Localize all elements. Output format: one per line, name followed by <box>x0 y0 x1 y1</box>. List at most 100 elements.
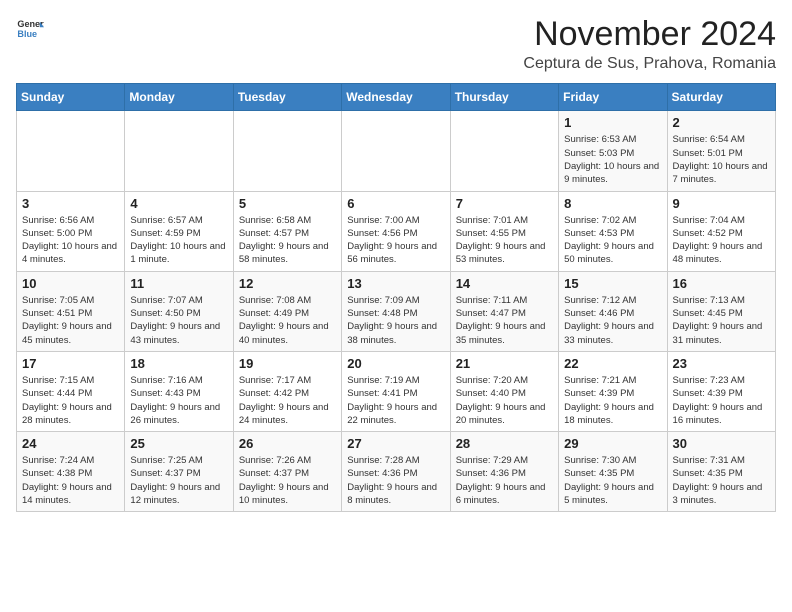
day-number: 14 <box>456 276 553 291</box>
day-number: 6 <box>347 196 444 211</box>
cell-info: Sunrise: 7:02 AM Sunset: 4:53 PM Dayligh… <box>564 214 661 267</box>
location-subtitle: Ceptura de Sus, Prahova, Romania <box>523 55 776 73</box>
calendar-cell <box>342 111 450 191</box>
calendar-cell: 25 Sunrise: 7:25 AM Sunset: 4:37 PM Dayli… <box>125 432 233 512</box>
day-number: 11 <box>130 276 227 291</box>
day-number: 9 <box>673 196 770 211</box>
day-number: 15 <box>564 276 661 291</box>
calendar-cell: 6Sunrise: 7:00 AM Sunset: 4:56 PM Daylig… <box>342 191 450 271</box>
title-section: November 2024 Ceptura de Sus, Prahova, R… <box>523 16 776 73</box>
day-number: 10 <box>22 276 119 291</box>
cell-info: Sunrise: 7:21 AM Sunset: 4:39 PM Dayligh… <box>564 374 661 427</box>
cell-info: Sunrise: 7:30 AM Sunset: 4:35 PM Dayligh… <box>564 454 661 507</box>
cell-info: Sunrise: 6:53 AM Sunset: 5:03 PM Dayligh… <box>564 133 661 186</box>
cell-info: Sunrise: 7:24 AM Sunset: 4:38 PM Dayligh… <box>22 454 119 507</box>
calendar-cell <box>125 111 233 191</box>
day-number: 24 <box>22 436 119 451</box>
calendar-week-5: 24 Sunrise: 7:24 AM Sunset: 4:38 PM Dayli… <box>17 432 776 512</box>
calendar-cell: 8 Sunrise: 7:02 AM Sunset: 4:53 PM Daylig… <box>559 191 667 271</box>
calendar-cell: 20 Sunrise: 7:19 AM Sunset: 4:41 PM Dayli… <box>342 351 450 431</box>
cell-info: Sunrise: 7:12 AM Sunset: 4:46 PM Dayligh… <box>564 294 661 347</box>
day-number: 18 <box>130 356 227 371</box>
day-number: 1 <box>564 115 661 130</box>
calendar-cell: 5Sunrise: 6:58 AM Sunset: 4:57 PM Daylig… <box>233 191 341 271</box>
calendar-cell: 2 Sunrise: 6:54 AM Sunset: 5:01 PM Daylig… <box>667 111 775 191</box>
calendar-body: 1 Sunrise: 6:53 AM Sunset: 5:03 PM Daylig… <box>17 111 776 512</box>
day-number: 29 <box>564 436 661 451</box>
cell-info: Sunrise: 7:15 AM Sunset: 4:44 PM Dayligh… <box>22 374 119 427</box>
calendar-cell: 16 Sunrise: 7:13 AM Sunset: 4:45 PM Dayli… <box>667 271 775 351</box>
cell-info: Sunrise: 7:19 AM Sunset: 4:41 PM Dayligh… <box>347 374 444 427</box>
cell-info: Sunrise: 7:25 AM Sunset: 4:37 PM Dayligh… <box>130 454 227 507</box>
day-number: 13 <box>347 276 444 291</box>
cell-info: Sunrise: 7:29 AM Sunset: 4:36 PM Dayligh… <box>456 454 553 507</box>
day-number: 28 <box>456 436 553 451</box>
cell-info: Sunrise: 7:11 AM Sunset: 4:47 PM Dayligh… <box>456 294 553 347</box>
calendar-cell: 24 Sunrise: 7:24 AM Sunset: 4:38 PM Dayli… <box>17 432 125 512</box>
cell-info: Sunrise: 7:09 AM Sunset: 4:48 PM Dayligh… <box>347 294 444 347</box>
day-number: 22 <box>564 356 661 371</box>
calendar-cell: 22 Sunrise: 7:21 AM Sunset: 4:39 PM Dayli… <box>559 351 667 431</box>
cell-info: Sunrise: 7:17 AM Sunset: 4:42 PM Dayligh… <box>239 374 336 427</box>
page-header: General Blue November 2024 Ceptura de Su… <box>16 16 776 73</box>
calendar-week-3: 10 Sunrise: 7:05 AM Sunset: 4:51 PM Dayli… <box>17 271 776 351</box>
logo-icon: General Blue <box>16 16 44 44</box>
weekday-header-tuesday: Tuesday <box>233 84 341 111</box>
calendar-cell: 23 Sunrise: 7:23 AM Sunset: 4:39 PM Dayli… <box>667 351 775 431</box>
calendar-cell: 27 Sunrise: 7:28 AM Sunset: 4:36 PM Dayli… <box>342 432 450 512</box>
calendar-cell: 12 Sunrise: 7:08 AM Sunset: 4:49 PM Dayli… <box>233 271 341 351</box>
weekday-header-row: SundayMondayTuesdayWednesdayThursdayFrid… <box>17 84 776 111</box>
weekday-header-monday: Monday <box>125 84 233 111</box>
day-number: 2 <box>673 115 770 130</box>
calendar-cell: 13 Sunrise: 7:09 AM Sunset: 4:48 PM Dayli… <box>342 271 450 351</box>
logo: General Blue <box>16 16 44 44</box>
calendar-cell: 19 Sunrise: 7:17 AM Sunset: 4:42 PM Dayli… <box>233 351 341 431</box>
calendar-cell: 21 Sunrise: 7:20 AM Sunset: 4:40 PM Dayli… <box>450 351 558 431</box>
calendar-cell: 30Sunrise: 7:31 AM Sunset: 4:35 PM Dayli… <box>667 432 775 512</box>
weekday-header-wednesday: Wednesday <box>342 84 450 111</box>
calendar-cell <box>450 111 558 191</box>
cell-info: Sunrise: 6:54 AM Sunset: 5:01 PM Dayligh… <box>673 133 770 186</box>
cell-info: Sunrise: 7:26 AM Sunset: 4:37 PM Dayligh… <box>239 454 336 507</box>
calendar-cell: 17 Sunrise: 7:15 AM Sunset: 4:44 PM Dayli… <box>17 351 125 431</box>
calendar-cell: 15 Sunrise: 7:12 AM Sunset: 4:46 PM Dayli… <box>559 271 667 351</box>
calendar-cell: 18 Sunrise: 7:16 AM Sunset: 4:43 PM Dayli… <box>125 351 233 431</box>
day-number: 23 <box>673 356 770 371</box>
day-number: 4 <box>130 196 227 211</box>
calendar-week-4: 17 Sunrise: 7:15 AM Sunset: 4:44 PM Dayli… <box>17 351 776 431</box>
day-number: 17 <box>22 356 119 371</box>
calendar-cell: 9 Sunrise: 7:04 AM Sunset: 4:52 PM Daylig… <box>667 191 775 271</box>
cell-info: Sunrise: 7:08 AM Sunset: 4:49 PM Dayligh… <box>239 294 336 347</box>
day-number: 16 <box>673 276 770 291</box>
day-number: 20 <box>347 356 444 371</box>
weekday-header-saturday: Saturday <box>667 84 775 111</box>
cell-info: Sunrise: 7:05 AM Sunset: 4:51 PM Dayligh… <box>22 294 119 347</box>
calendar-cell: 4Sunrise: 6:57 AM Sunset: 4:59 PM Daylig… <box>125 191 233 271</box>
calendar-cell: 14 Sunrise: 7:11 AM Sunset: 4:47 PM Dayli… <box>450 271 558 351</box>
svg-text:Blue: Blue <box>17 29 37 39</box>
calendar-cell: 1 Sunrise: 6:53 AM Sunset: 5:03 PM Daylig… <box>559 111 667 191</box>
day-number: 21 <box>456 356 553 371</box>
cell-info: Sunrise: 7:16 AM Sunset: 4:43 PM Dayligh… <box>130 374 227 427</box>
calendar-cell: 3Sunrise: 6:56 AM Sunset: 5:00 PM Daylig… <box>17 191 125 271</box>
weekday-header-sunday: Sunday <box>17 84 125 111</box>
calendar-cell: 26Sunrise: 7:26 AM Sunset: 4:37 PM Dayli… <box>233 432 341 512</box>
day-number: 3 <box>22 196 119 211</box>
month-title: November 2024 <box>523 16 776 53</box>
cell-info: Sunrise: 7:04 AM Sunset: 4:52 PM Dayligh… <box>673 214 770 267</box>
calendar-cell: 29 Sunrise: 7:30 AM Sunset: 4:35 PM Dayli… <box>559 432 667 512</box>
day-number: 5 <box>239 196 336 211</box>
day-number: 25 <box>130 436 227 451</box>
cell-info: Sunrise: 7:20 AM Sunset: 4:40 PM Dayligh… <box>456 374 553 427</box>
cell-info: Sunrise: 7:01 AM Sunset: 4:55 PM Dayligh… <box>456 214 553 267</box>
cell-info: Sunrise: 7:31 AM Sunset: 4:35 PM Dayligh… <box>673 454 770 507</box>
cell-info: Sunrise: 7:28 AM Sunset: 4:36 PM Dayligh… <box>347 454 444 507</box>
calendar-header: SundayMondayTuesdayWednesdayThursdayFrid… <box>17 84 776 111</box>
day-number: 8 <box>564 196 661 211</box>
day-number: 12 <box>239 276 336 291</box>
day-number: 19 <box>239 356 336 371</box>
day-number: 27 <box>347 436 444 451</box>
cell-info: Sunrise: 7:23 AM Sunset: 4:39 PM Dayligh… <box>673 374 770 427</box>
weekday-header-thursday: Thursday <box>450 84 558 111</box>
cell-info: Sunrise: 7:13 AM Sunset: 4:45 PM Dayligh… <box>673 294 770 347</box>
